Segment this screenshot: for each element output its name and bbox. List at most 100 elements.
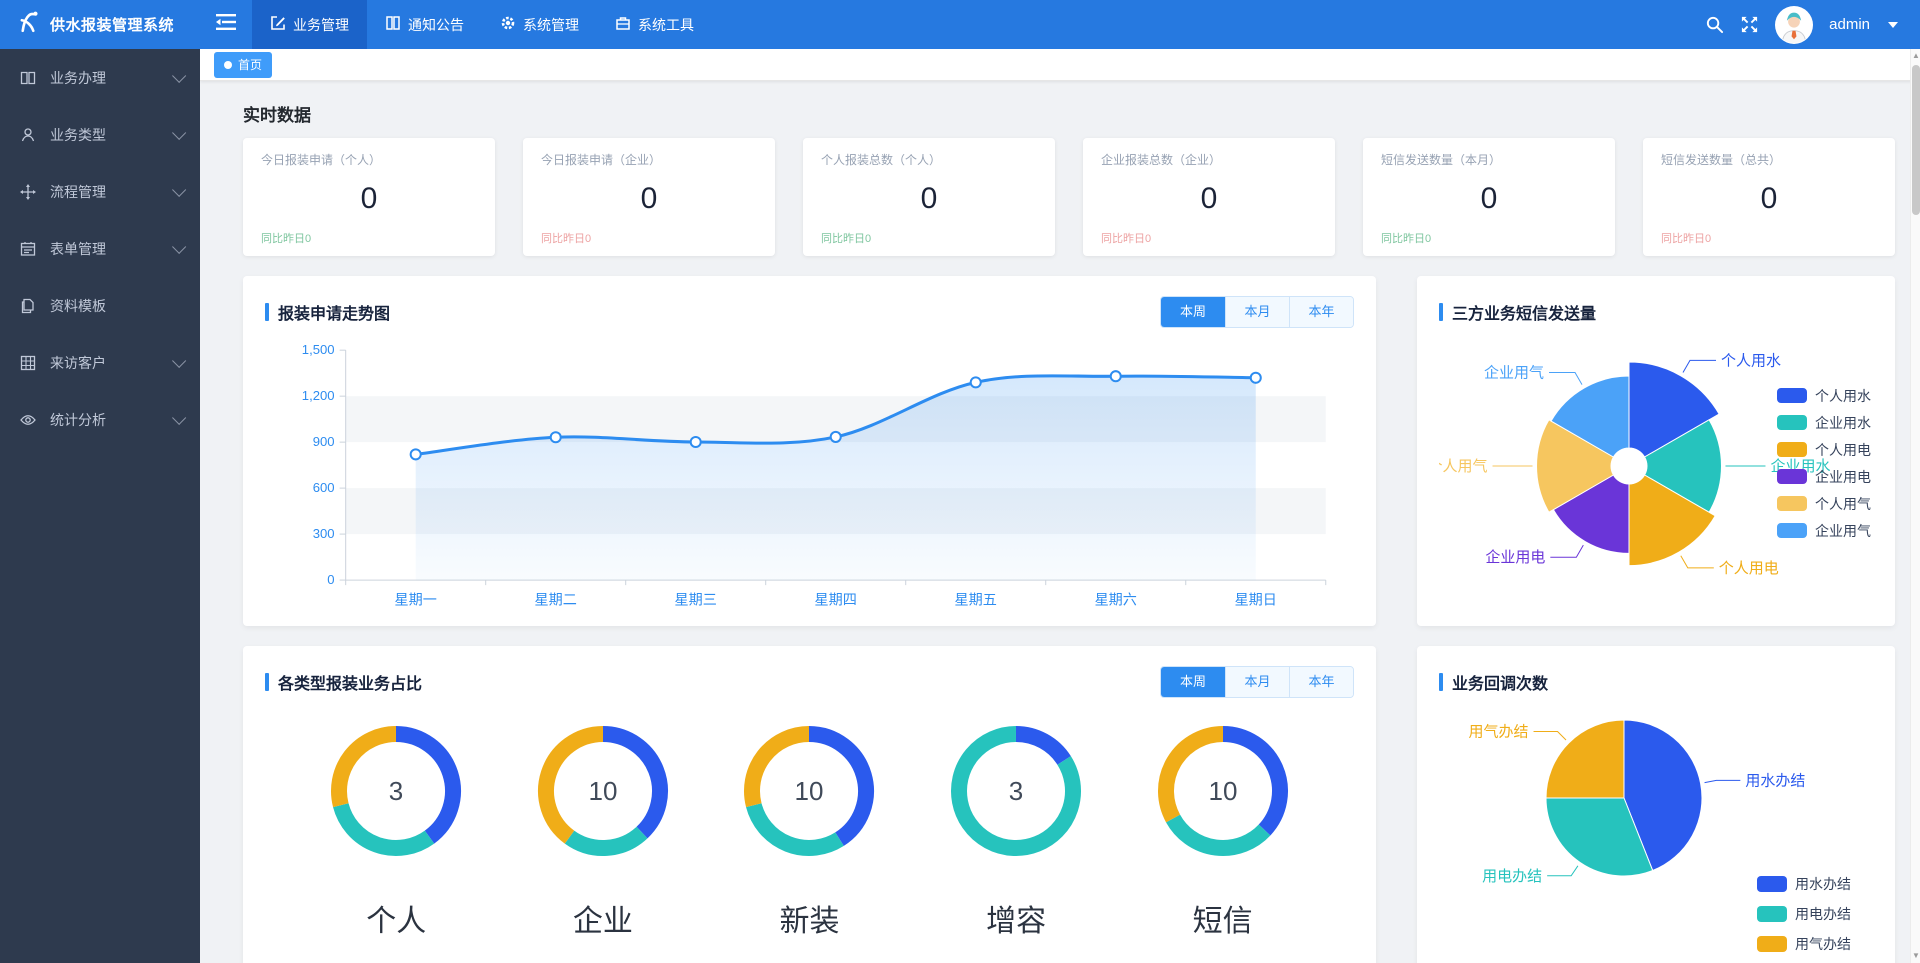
search-icon[interactable] <box>1705 15 1724 34</box>
legend-label: 企业用水 <box>1815 415 1871 431</box>
donut-chart: 10新装 <box>734 716 884 940</box>
fullscreen-icon[interactable] <box>1740 15 1759 34</box>
scrollbar-thumb[interactable] <box>1912 65 1920 215</box>
stat-card-footer: 同比昨日0 <box>1661 230 1877 246</box>
period-button-year[interactable]: 本年 <box>1289 297 1353 327</box>
stat-card-today-enterprise: 今日报装申请（企业） 0 同比昨日0 <box>523 138 775 256</box>
vertical-scrollbar: ▲ ▼ <box>1910 49 1920 963</box>
top-menu-item-business[interactable]: 业务管理 <box>252 0 367 49</box>
form-icon <box>20 241 38 257</box>
legend-label: 个人用气 <box>1815 496 1871 512</box>
svg-text:星期六: 星期六 <box>1095 591 1137 607</box>
panel-title-callback: 业务回调次数 <box>1439 670 1548 694</box>
chevron-down-icon[interactable] <box>1888 22 1898 28</box>
top-navbar: 供水报装管理系统 业务管理 <box>0 0 1920 49</box>
tag-active-dot <box>224 61 232 69</box>
panel-title-sms: 三方业务短信发送量 <box>1439 300 1596 324</box>
top-menu-item-system[interactable]: 系统管理 <box>482 0 597 49</box>
top-menu-label: 业务管理 <box>293 15 349 35</box>
sidebar-item-doc-template[interactable]: 资料模板 <box>0 277 200 334</box>
donut-category-label: 企业 <box>573 896 633 940</box>
donut-charts-row: 3个人10企业10新装3增容10短信 <box>265 716 1354 940</box>
sidebar-item-statistics[interactable]: 统计分析 <box>0 391 200 448</box>
stat-card-title: 企业报装总数（企业） <box>1101 151 1317 168</box>
legend-swatch <box>1777 496 1807 511</box>
top-menu-item-tools[interactable]: 系统工具 <box>597 0 712 49</box>
legend-swatch <box>1777 388 1807 403</box>
tag-home[interactable]: 首页 <box>214 52 272 78</box>
top-menu: 业务管理 通知公告 系统管理 <box>252 0 712 49</box>
stat-card-value: 0 <box>821 168 1037 230</box>
period-button-year[interactable]: 本年 <box>1289 667 1353 697</box>
legend-swatch <box>1777 442 1807 457</box>
donut-segment <box>569 833 642 848</box>
donut-ring: 3 <box>941 716 1091 866</box>
gear-icon <box>500 15 516 34</box>
legend-swatch <box>1777 523 1807 538</box>
period-button-month[interactable]: 本月 <box>1225 297 1289 327</box>
stat-card-title: 短信发送数量（本月） <box>1381 151 1597 168</box>
legend-swatch <box>1757 906 1787 922</box>
pie-callout-label: 用水办结 <box>1745 772 1805 789</box>
edit-icon <box>270 15 286 34</box>
panel-title-type-ratio: 各类型报装业务占比 <box>265 670 422 694</box>
title-accent-bar <box>1439 673 1443 691</box>
sidebar-item-business-handling[interactable]: 业务办理 <box>0 49 200 106</box>
callback-pie-chart: 用水办结用电办结用气办结用水办结用电办结用气办结 <box>1439 698 1873 960</box>
svg-text:星期五: 星期五 <box>955 591 997 607</box>
scroll-up-arrow-icon[interactable]: ▲ <box>1911 51 1920 61</box>
tag-label: 首页 <box>238 56 262 73</box>
sidebar-item-form-mgmt[interactable]: 表单管理 <box>0 220 200 277</box>
stat-card-today-personal: 今日报装申请（个人） 0 同比昨日0 <box>243 138 495 256</box>
title-accent-bar <box>1439 303 1443 321</box>
sidebar-item-business-type[interactable]: 业务类型 <box>0 106 200 163</box>
sidebar-item-process-mgmt[interactable]: 流程管理 <box>0 163 200 220</box>
avatar[interactable] <box>1775 6 1813 44</box>
rose-callout-label: 企业用气 <box>1484 364 1544 382</box>
svg-text:星期三: 星期三 <box>675 591 717 607</box>
legend-swatch <box>1777 415 1807 430</box>
sidebar-item-label: 统计分析 <box>50 410 172 430</box>
sidebar-item-label: 业务办理 <box>50 68 172 88</box>
stat-card-footer: 同比昨日0 <box>541 230 757 246</box>
app-brand: 供水报装管理系统 <box>0 0 200 49</box>
period-button-week[interactable]: 本周 <box>1161 297 1225 327</box>
panel-title-text: 报装申请走势图 <box>278 300 390 324</box>
stat-card-total-personal: 个人报装总数（个人） 0 同比昨日0 <box>803 138 1055 256</box>
donut-category-label: 个人 <box>366 896 426 940</box>
donut-segment <box>1016 734 1064 760</box>
svg-text:300: 300 <box>313 526 335 541</box>
sidebar-toggle-button[interactable] <box>200 0 252 49</box>
legend-swatch <box>1757 876 1787 892</box>
sms-rose-chart: 个人用水企业用水个人用电企业用电个人用气企业用气个人用水企业用水个人用电企业用电… <box>1439 328 1873 610</box>
donut-segment <box>339 734 396 805</box>
period-button-week[interactable]: 本周 <box>1161 667 1225 697</box>
top-menu-item-notice[interactable]: 通知公告 <box>367 0 482 49</box>
legend-swatch <box>1757 936 1787 952</box>
stat-card-title: 今日报装申请（企业） <box>541 151 757 168</box>
pie-callout-label: 用电办结 <box>1482 868 1542 885</box>
stat-card-footer: 同比昨日0 <box>1381 230 1597 246</box>
period-button-month[interactable]: 本月 <box>1225 667 1289 697</box>
stat-card-footer: 同比昨日0 <box>261 230 477 246</box>
donut-chart: 3个人 <box>321 716 471 940</box>
legend-label: 用电办结 <box>1795 906 1851 922</box>
chevron-down-icon <box>172 239 186 253</box>
donut-center-value: 10 <box>588 776 617 806</box>
svg-text:1,500: 1,500 <box>302 342 335 357</box>
eye-icon <box>20 412 38 428</box>
username[interactable]: admin <box>1829 16 1870 33</box>
panel-sms-chart: 三方业务短信发送量 个人用水企业用水个人用电企业用电个人用气企业用气个人用水企业… <box>1417 276 1895 626</box>
rose-callout-label: 个人用气 <box>1439 458 1488 475</box>
sidebar-item-label: 流程管理 <box>50 182 172 202</box>
sidebar-item-visiting-customers[interactable]: 来访客户 <box>0 334 200 391</box>
donut-segment <box>341 805 430 848</box>
donut-category-label: 新装 <box>779 896 839 940</box>
donut-chart: 10 企业 <box>528 716 678 940</box>
rose-callout-label: 个人用电 <box>1719 560 1779 577</box>
scroll-down-arrow-icon[interactable]: ▼ <box>1911 951 1920 961</box>
stat-card-footer: 同比昨日0 <box>1101 230 1317 246</box>
document-icon <box>20 298 38 314</box>
legend-label: 用气办结 <box>1795 936 1851 952</box>
chevron-down-icon <box>172 125 186 139</box>
